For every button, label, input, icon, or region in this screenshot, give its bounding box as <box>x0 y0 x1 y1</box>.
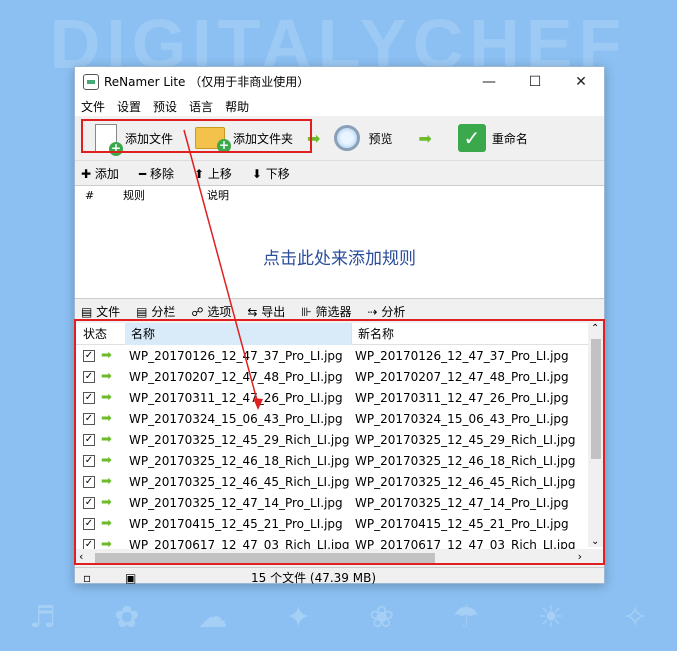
status-file-icon: ▫ <box>83 570 92 585</box>
menu-language[interactable]: 语言 <box>183 98 219 115</box>
highlight-box <box>81 119 312 153</box>
checkmark-icon: ✓ <box>457 124 486 152</box>
main-toolbar: + 添加文件 + 添加文件夹 ➡ 预览 ➡ ✓ 重命名 <box>75 116 604 161</box>
move-down-button[interactable]: ⬇ 下移 <box>252 165 300 182</box>
menu-presets[interactable]: 预设 <box>147 98 183 115</box>
menu-help[interactable]: 帮助 <box>219 98 255 115</box>
rules-panel[interactable]: # 规则 说明 点击此处来添加规则 <box>75 185 604 299</box>
status-bar: ▫ ▣ 15 个文件 (47.39 MB) <box>75 567 604 587</box>
rename-button[interactable]: ✓ 重命名 <box>457 124 528 152</box>
preview-button[interactable]: 预览 <box>334 125 392 151</box>
add-rule-hint[interactable]: 点击此处来添加规则 <box>75 244 604 269</box>
close-button[interactable]: ✕ <box>558 74 604 90</box>
minimize-button[interactable]: — <box>466 74 512 90</box>
title-bar: ReNamer Lite （仅用于非商业使用） — ☐ ✕ <box>75 67 604 96</box>
menu-settings[interactable]: 设置 <box>111 98 147 115</box>
remove-rule-button[interactable]: ━ 移除 <box>139 165 184 182</box>
rules-header: # 规则 说明 <box>75 186 604 204</box>
window-title: ReNamer Lite （仅用于非商业使用） <box>104 75 310 89</box>
move-up-button[interactable]: ⬆ 上移 <box>194 165 242 182</box>
rules-col-rule: 规则 <box>123 189 145 202</box>
app-icon <box>83 73 99 90</box>
columns-menu-button[interactable]: ▤ 分栏 <box>136 303 183 320</box>
status-image-icon: ▣ <box>125 570 137 585</box>
analyze-menu-button[interactable]: ⇢ 分析 <box>368 303 414 320</box>
files-menu-button[interactable]: ▤ 文件 <box>81 303 128 320</box>
rules-toolbar: ✚ 添加 ━ 移除 ⬆ 上移 ⬇ 下移 <box>75 161 604 185</box>
background-decoration: ♬ ✿ ☁ ✦ ❀ ☂ ☀ ✧ <box>29 600 648 635</box>
rules-col-description: 说明 <box>207 189 229 202</box>
options-menu-button[interactable]: ☍ 选项 <box>191 303 239 320</box>
file-count: 15 个文件 (47.39 MB) <box>251 571 377 585</box>
preview-label: 预览 <box>368 131 393 146</box>
rules-col-number: # <box>85 188 95 202</box>
add-rule-button[interactable]: ✚ 添加 <box>81 165 129 182</box>
export-menu-button[interactable]: ⇆ 导出 <box>247 303 293 320</box>
menu-file[interactable]: 文件 <box>75 98 111 115</box>
maximize-button[interactable]: ☐ <box>512 74 558 90</box>
highlight-box <box>74 319 605 565</box>
menu-bar: 文件 设置 预设 语言 帮助 <box>75 96 604 116</box>
filter-menu-button[interactable]: ⊪ 筛选器 <box>301 303 359 320</box>
magnifier-icon <box>334 125 361 151</box>
rename-label: 重命名 <box>491 131 528 146</box>
renamer-window: ReNamer Lite （仅用于非商业使用） — ☐ ✕ 文件 设置 预设 语… <box>74 66 605 587</box>
arrow-right-icon: ➡ <box>418 128 432 148</box>
